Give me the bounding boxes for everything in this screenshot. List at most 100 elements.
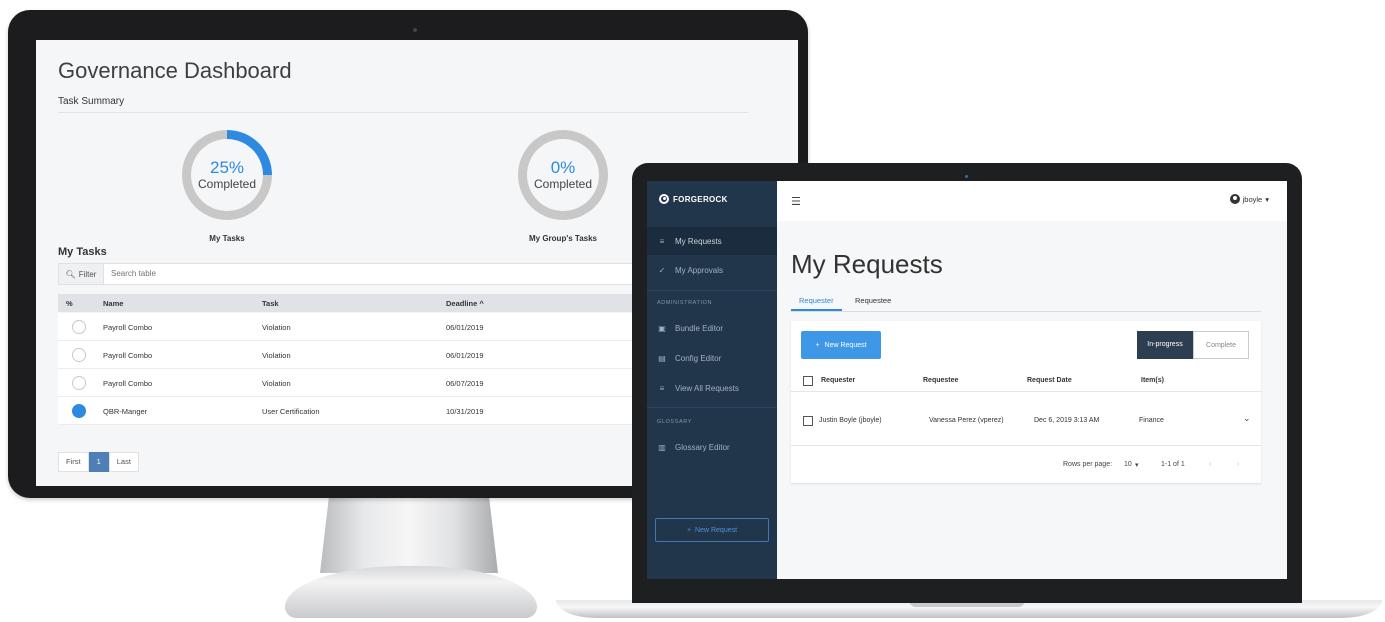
donut-label: Completed xyxy=(197,177,257,191)
monitor-camera xyxy=(413,28,417,32)
chevron-down-icon: ▾ xyxy=(1135,462,1139,469)
last-page-button[interactable]: Last xyxy=(108,452,139,472)
search-input[interactable] xyxy=(111,269,511,278)
page-title: My Requests xyxy=(791,249,943,279)
sidebar-divider xyxy=(647,290,777,291)
donut-center: 25% Completed xyxy=(191,139,263,211)
cell-requestee: Vanessa Perez (vperez) xyxy=(929,417,1004,424)
col-header-name[interactable]: Name xyxy=(103,299,123,308)
divider xyxy=(791,445,1261,446)
rows-per-page-select[interactable]: 10 xyxy=(1124,461,1132,468)
select-all-checkbox[interactable] xyxy=(803,376,813,386)
group-tasks-donut: 0% Completed xyxy=(518,130,608,220)
plus-icon: + xyxy=(686,526,692,534)
cell-name: Payroll Combo xyxy=(103,323,153,332)
sidebar-item-label: Glossary Editor xyxy=(675,442,730,452)
username: jboyle xyxy=(1242,194,1263,204)
book-icon: ▥ xyxy=(658,442,666,452)
plus-icon: + xyxy=(815,341,820,349)
first-page-button[interactable]: First xyxy=(58,452,89,472)
user-menu[interactable]: jboyle ▾ xyxy=(1229,194,1269,204)
my-tasks-heading: My Tasks xyxy=(58,246,107,258)
cell-name: QBR-Manger xyxy=(103,407,148,416)
row-select-radio[interactable] xyxy=(72,376,86,390)
donut-percent: 0% xyxy=(550,158,576,177)
user-avatar-icon xyxy=(1229,194,1240,204)
sidebar: FORGEROCK ≡ My Requests ✓ My Approvals A… xyxy=(647,181,777,579)
monitor-stand-base xyxy=(285,566,537,618)
document-icon: ▤ xyxy=(658,353,666,363)
my-requests-screen: FORGEROCK ≡ My Requests ✓ My Approvals A… xyxy=(647,181,1287,579)
chevron-down-icon: ▾ xyxy=(1265,194,1269,204)
tab-requester[interactable]: Requester xyxy=(791,293,842,311)
sidebar-new-request-button[interactable]: + New Request xyxy=(655,518,769,542)
check-icon: ✓ xyxy=(658,265,666,275)
col-header-requester[interactable]: Requester xyxy=(821,377,855,384)
button-label: New Request xyxy=(695,526,738,534)
col-header-deadline[interactable]: Deadline ^ xyxy=(446,299,484,308)
sidebar-divider xyxy=(647,407,777,408)
col-header-task[interactable]: Task xyxy=(262,299,279,308)
row-select-radio[interactable] xyxy=(72,404,86,418)
my-tasks-donut: 25% Completed xyxy=(182,130,272,220)
sidebar-item-config-editor[interactable]: ▤ Config Editor xyxy=(647,344,777,372)
briefcase-icon: ▣ xyxy=(658,323,666,333)
prev-page-icon[interactable]: ‹ xyxy=(1209,461,1211,468)
filter-label: Filter xyxy=(78,269,97,279)
button-label: New Request xyxy=(824,341,867,349)
sidebar-item-label: Config Editor xyxy=(675,353,722,363)
next-page-icon[interactable]: › xyxy=(1237,461,1239,468)
cell-deadline: 06/01/2019 xyxy=(446,323,484,332)
sidebar-item-glossary-editor[interactable]: ▥ Glossary Editor xyxy=(647,433,777,461)
filter-button[interactable]: 🔍︎ Filter xyxy=(59,264,104,284)
new-request-button[interactable]: + New Request xyxy=(801,331,881,359)
sidebar-item-my-requests[interactable]: ≡ My Requests xyxy=(647,227,777,255)
cell-task: Violation xyxy=(262,323,291,332)
main-content: My Requests Requester Requestee + New Re… xyxy=(777,221,1287,579)
rows-per-page-label: Rows per page: xyxy=(1063,461,1113,468)
top-bar: ☰ jboyle ▾ xyxy=(777,181,1287,221)
monitor-stand-neck xyxy=(320,497,498,573)
page-title: Governance Dashboard xyxy=(58,58,292,83)
hamburger-menu-icon[interactable]: ☰ xyxy=(791,195,801,208)
sidebar-section-glossary: GLOSSARY xyxy=(657,419,692,425)
sidebar-item-bundle-editor[interactable]: ▣ Bundle Editor xyxy=(647,314,777,342)
search-icon: 🔍︎ xyxy=(65,269,76,279)
cell-task: Violation xyxy=(262,351,291,360)
list-icon: ≡ xyxy=(659,236,665,246)
brand-name: FORGEROCK xyxy=(673,194,728,204)
col-header-requestee[interactable]: Requestee xyxy=(923,377,958,384)
row-select-radio[interactable] xyxy=(72,348,86,362)
cell-deadline: 06/01/2019 xyxy=(446,351,484,360)
sidebar-item-view-all-requests[interactable]: ≡ View All Requests xyxy=(647,374,777,402)
cell-name: Payroll Combo xyxy=(103,379,153,388)
divider xyxy=(58,112,748,113)
pagination: First 1 Last xyxy=(58,452,139,472)
sidebar-item-my-approvals[interactable]: ✓ My Approvals xyxy=(647,256,777,284)
sidebar-item-label: Bundle Editor xyxy=(675,323,724,333)
cell-deadline: 10/31/2019 xyxy=(446,407,484,416)
cell-request-date: Dec 6, 2019 3:13 AM xyxy=(1034,417,1100,424)
pagination-range: 1-1 of 1 xyxy=(1161,461,1185,468)
forgerock-logo[interactable]: FORGEROCK xyxy=(659,194,728,204)
complete-toggle[interactable]: Complete xyxy=(1193,331,1249,359)
requests-icon: ≡ xyxy=(659,383,665,393)
col-header-request-date[interactable]: Request Date xyxy=(1027,377,1072,384)
cell-task: Violation xyxy=(262,379,291,388)
row-checkbox[interactable] xyxy=(803,416,813,426)
requests-card: + New Request In-progress Complete Reque… xyxy=(791,321,1261,483)
laptop: FORGEROCK ≡ My Requests ✓ My Approvals A… xyxy=(632,163,1302,603)
page-1-button[interactable]: 1 xyxy=(88,452,109,472)
tab-requestee[interactable]: Requestee xyxy=(847,293,899,309)
sidebar-item-label: My Approvals xyxy=(675,265,724,275)
in-progress-toggle[interactable]: In-progress xyxy=(1137,331,1193,359)
sidebar-item-label: My Requests xyxy=(675,236,722,246)
divider xyxy=(791,391,1261,392)
expand-chevron-icon[interactable]: ⌄ xyxy=(1243,413,1251,424)
col-header-percent[interactable]: % xyxy=(66,299,73,308)
cell-requester: Justin Boyle (jboyle) xyxy=(819,417,882,424)
donut-caption: My Tasks xyxy=(209,234,245,243)
row-select-radio[interactable] xyxy=(72,320,86,334)
cell-deadline: 06/07/2019 xyxy=(446,379,484,388)
col-header-items[interactable]: Item(s) xyxy=(1141,377,1164,384)
